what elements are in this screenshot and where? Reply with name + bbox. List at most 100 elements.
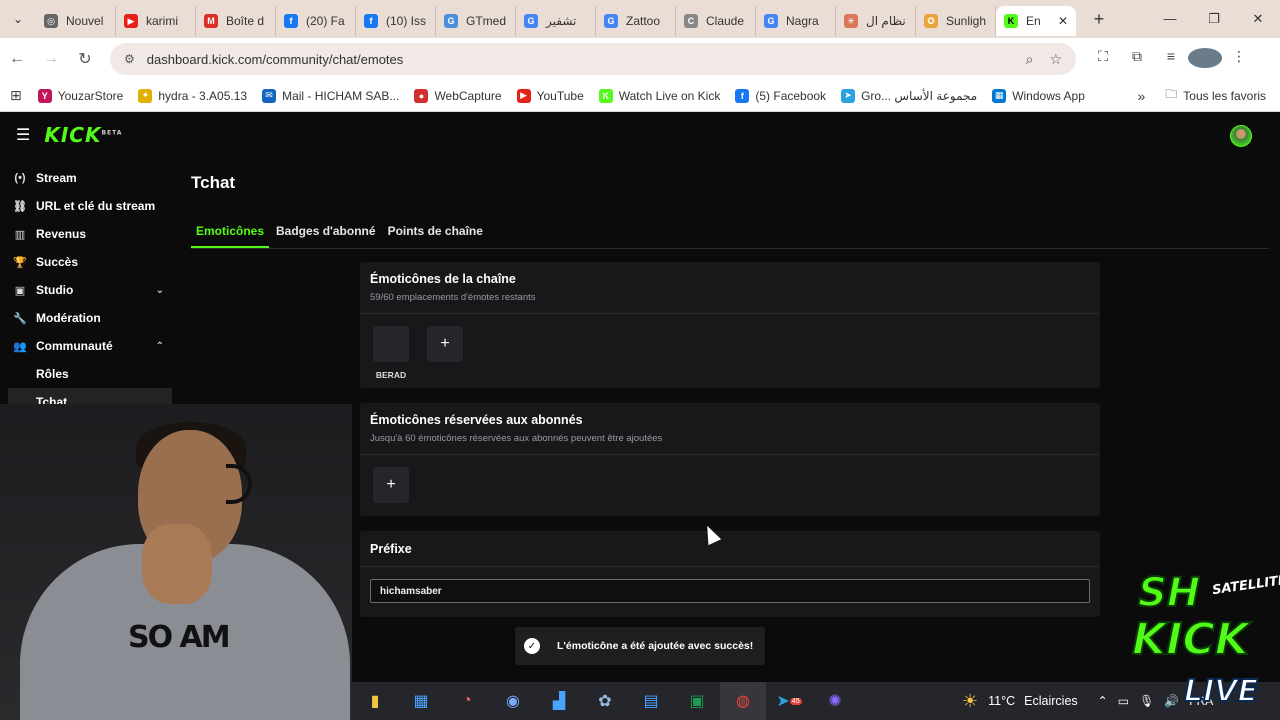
restore-icon[interactable]: ❐ xyxy=(1192,11,1236,27)
page-tabs: Emoticônes Badges d'abonné Points de chaîn… xyxy=(191,219,1269,249)
site-info-icon[interactable]: ⚙ xyxy=(124,52,135,66)
sidebar-item-achievements[interactable]: 🏆 Succès xyxy=(0,248,172,276)
bookmark-item[interactable]: ➤ Gro... مجموعة الأساس xyxy=(841,88,977,103)
taskbar-calculator-icon[interactable]: ▤ xyxy=(628,682,674,720)
screenshot-icon[interactable]: ⛶ xyxy=(1086,48,1120,71)
browser-tab[interactable]: ◎ Nouvel xyxy=(36,6,116,36)
bookmark-item[interactable]: ▶ YouTube xyxy=(516,88,584,103)
extensions-icon[interactable]: ⧉ xyxy=(1120,48,1154,71)
taskbar-store-icon[interactable]: ▦ xyxy=(398,682,444,720)
taskbar-explorer-icon[interactable]: ▟ xyxy=(536,682,582,720)
tab-favicon-icon: G xyxy=(604,14,618,28)
browser-tab[interactable]: ▶ karimi xyxy=(116,6,196,36)
taskbar-telegram-icon[interactable]: ➤ 45 xyxy=(766,682,812,720)
tab-emotes[interactable]: Emoticônes xyxy=(191,219,270,248)
apps-grid-icon[interactable]: ⊞ xyxy=(10,87,22,104)
taskbar-excel-icon[interactable]: ▣ xyxy=(674,682,720,720)
brand-satellite: SATELLITE xyxy=(1211,572,1280,599)
bookmark-item[interactable]: Y YouzarStore xyxy=(37,88,124,103)
add-channel-emote-button[interactable]: + xyxy=(427,326,463,362)
sidebar-item-stream[interactable]: (•) Stream xyxy=(0,164,172,192)
profile-icon[interactable] xyxy=(1188,47,1222,71)
channel-brand-overlay: SH SATELLITE KICK LIVE xyxy=(1118,556,1280,720)
reload-icon[interactable]: ↻ xyxy=(68,49,102,69)
taskbar-camera-icon[interactable]: ◉ xyxy=(490,682,536,720)
bookmark-star-icon[interactable]: ☆ xyxy=(1049,51,1062,68)
bookmark-label: YouTube xyxy=(536,88,584,103)
sidebar-item-studio[interactable]: ▣ Studio ⌄ xyxy=(0,276,172,304)
close-window-icon[interactable]: ✕ xyxy=(1236,11,1280,27)
browser-tab[interactable]: G تشفير xyxy=(516,6,596,36)
tab-favicon-icon: f xyxy=(364,14,378,28)
emote-image[interactable] xyxy=(373,326,409,362)
emote-item[interactable]: BERAD xyxy=(373,326,409,380)
taskbar-app-icon[interactable]: ✿ xyxy=(582,682,628,720)
browser-tab[interactable]: G Zattoo xyxy=(596,6,676,36)
toolbar-icons: ⛶ ⧉ ≡ ⋮ xyxy=(1086,47,1256,71)
browser-tab[interactable]: M Boîte d xyxy=(196,6,276,36)
kick-logo[interactable]: KICKBETA xyxy=(44,123,122,147)
browser-tab[interactable]: G Nagra xyxy=(756,6,836,36)
bookmark-item[interactable]: ✦ hydra - 3.A05.13 xyxy=(138,88,247,103)
profile-avatar xyxy=(1188,47,1222,68)
menu-icon[interactable]: ⋮ xyxy=(1222,48,1256,71)
bookmark-label: YouzarStore xyxy=(57,88,124,103)
media-control-icon[interactable]: ≡ xyxy=(1154,48,1188,71)
prefix-input[interactable]: hichamsaber xyxy=(370,579,1090,603)
sidebar-item-url-key[interactable]: ⛓ URL et clé du stream xyxy=(0,192,172,220)
tab-favicon-icon: C xyxy=(684,14,698,28)
weather-sun-icon: ☀ xyxy=(962,690,979,711)
sidebar-item-label: Succès xyxy=(36,255,79,269)
more-bookmarks-icon[interactable]: » xyxy=(1137,88,1145,104)
browser-tab-active[interactable]: K En ✕ xyxy=(996,6,1076,36)
url-key-icon: ⛓ xyxy=(13,200,27,213)
add-sub-emote-button[interactable]: + xyxy=(373,467,409,503)
bookmark-item[interactable]: ▦ Windows App xyxy=(992,88,1085,103)
studio-icon: ▣ xyxy=(14,284,26,297)
bookmark-label: Windows App xyxy=(1012,88,1085,103)
tab-badges[interactable]: Badges d'abonné xyxy=(271,219,381,248)
chevron-icon[interactable]: ⌄ xyxy=(156,285,164,296)
weather-widget[interactable]: ☀ 11°C Eclaircies xyxy=(962,691,1078,712)
sidebar-item-community[interactable]: 👥 Communauté ⌃ xyxy=(0,332,172,360)
zoom-icon[interactable]: ⌕ xyxy=(1026,51,1034,68)
taskbar-folder-icon[interactable]: ▮ xyxy=(352,682,398,720)
url-text[interactable]: dashboard.kick.com/community/chat/emotes xyxy=(147,52,1010,67)
browser-tab[interactable]: C Claude xyxy=(676,6,756,36)
browser-tab[interactable]: ✳ نظام ال xyxy=(836,6,916,36)
browser-tab[interactable]: ✪ Sunligh xyxy=(916,6,996,36)
chevron-icon[interactable]: ⌃ xyxy=(156,341,164,352)
bookmark-item[interactable]: K Watch Live on Kick xyxy=(598,88,720,103)
taskbar-app2-icon[interactable]: ✺ xyxy=(812,682,858,720)
sidebar-subitem-roles[interactable]: Rôles xyxy=(0,360,172,388)
tab-points[interactable]: Points de chaîne xyxy=(383,219,488,248)
browser-tab[interactable]: G GTmed xyxy=(436,6,516,36)
user-avatar[interactable] xyxy=(1230,125,1252,147)
moderation-icon: 🔧 xyxy=(13,312,27,325)
browser-tab[interactable]: f (10) Iss xyxy=(356,6,436,36)
browser-tab-label: Boîte d xyxy=(226,14,265,28)
bookmark-item[interactable]: ● WebCapture xyxy=(414,88,502,103)
bookmark-item[interactable]: ✉ Mail - HICHAM SAB... xyxy=(262,88,399,103)
prefix-title: Préfixe xyxy=(370,542,412,556)
taskbar-clock-icon[interactable]: ◔ xyxy=(444,682,490,720)
back-icon[interactable]: ← xyxy=(0,50,34,68)
tab-search-chevron-icon[interactable]: ⌄ xyxy=(0,0,36,38)
close-tab-icon[interactable]: ✕ xyxy=(1058,14,1068,28)
url-omnibox[interactable]: ⚙ dashboard.kick.com/community/chat/emot… xyxy=(110,43,1076,75)
new-tab-button[interactable]: + xyxy=(1084,9,1114,30)
forward-icon[interactable]: → xyxy=(34,50,68,68)
sidebar-item-moderation[interactable]: 🔧 Modération xyxy=(0,304,172,332)
bookmark-item[interactable]: f (5) Facebook xyxy=(735,88,826,103)
browser-tab[interactable]: f (20) Fa xyxy=(276,6,356,36)
tab-favicon-icon: G xyxy=(444,14,458,28)
tray-chevron-icon[interactable]: ⌃ xyxy=(1098,694,1108,708)
sidebar-item-revenue[interactable]: ▥ Revenus xyxy=(0,220,172,248)
hamburger-menu-icon[interactable]: ☰ xyxy=(16,125,30,145)
taskbar-chrome-icon[interactable]: ◍ xyxy=(720,682,766,720)
channel-emotes-list: BERAD + xyxy=(360,314,1100,392)
sidebar-item-label: Studio xyxy=(36,283,74,297)
all-bookmarks-folder[interactable]: 🗀 Tous les favoris xyxy=(1165,85,1266,106)
minimize-icon[interactable]: — xyxy=(1148,11,1192,27)
bookmark-favicon-icon: ▦ xyxy=(992,88,1007,103)
